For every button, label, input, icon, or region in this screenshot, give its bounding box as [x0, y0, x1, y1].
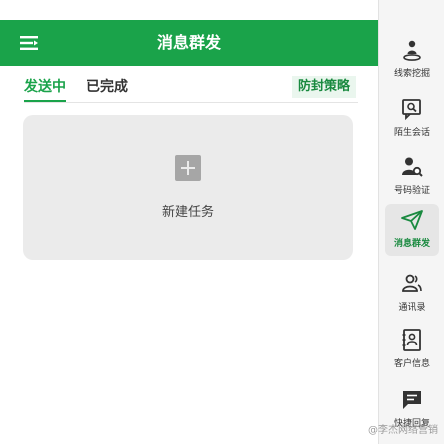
sidebar-item-label: 通讯录 — [398, 303, 426, 313]
anti-ban-strategy-button[interactable]: 防封策略 — [291, 76, 356, 98]
contact-card-icon — [402, 329, 421, 351]
sidebar-item-customer-info[interactable]: 客户信息 — [385, 324, 439, 376]
new-task-label: 新建任务 — [161, 205, 214, 220]
tab-completed[interactable]: 已完成 — [86, 76, 128, 96]
tab-sending[interactable]: 发送中 — [24, 76, 66, 102]
sidebar-item-number-verify[interactable]: 号码验证 — [385, 151, 439, 203]
tab-sending-label: 发送中 — [24, 79, 66, 95]
tab-divider — [24, 102, 358, 103]
right-sidebar: 线索挖掘 陌生会话 号码验证 消息群发 通讯录 客户信息 快捷回复 — [378, 0, 444, 444]
watermark: @李杰网络营销 — [368, 425, 438, 436]
sidebar-item-label: 线索挖掘 — [393, 69, 430, 79]
sidebar-item-label: 陌生会话 — [393, 128, 430, 138]
sidebar-item-label: 号码验证 — [393, 186, 430, 196]
person-search-icon — [402, 157, 423, 177]
main-panel: 消息群发 发送中 已完成 防封策略 新建任务 — [0, 0, 378, 444]
page-title: 消息群发 — [156, 33, 221, 52]
plus-icon — [175, 155, 201, 181]
quick-reply-icon — [403, 391, 421, 409]
contacts-icon — [402, 274, 422, 292]
sidebar-item-mass-message[interactable]: 消息群发 — [385, 204, 439, 256]
sidebar-item-label: 客户信息 — [393, 359, 430, 369]
sidebar-item-contacts[interactable]: 通讯录 — [385, 268, 439, 320]
top-bar: 消息群发 — [0, 20, 378, 66]
search-chat-icon — [402, 99, 421, 121]
sidebar-item-lead-mining[interactable]: 线索挖掘 — [385, 34, 439, 86]
send-icon — [401, 210, 423, 230]
person-pin-icon — [403, 40, 421, 61]
sidebar-item-label: 消息群发 — [393, 239, 430, 249]
tab-bar: 发送中 已完成 防封策略 — [0, 66, 378, 106]
sidebar-item-stranger-chat[interactable]: 陌生会话 — [385, 93, 439, 145]
new-task-card[interactable]: 新建任务 — [23, 115, 353, 260]
tab-completed-label: 已完成 — [86, 79, 128, 95]
